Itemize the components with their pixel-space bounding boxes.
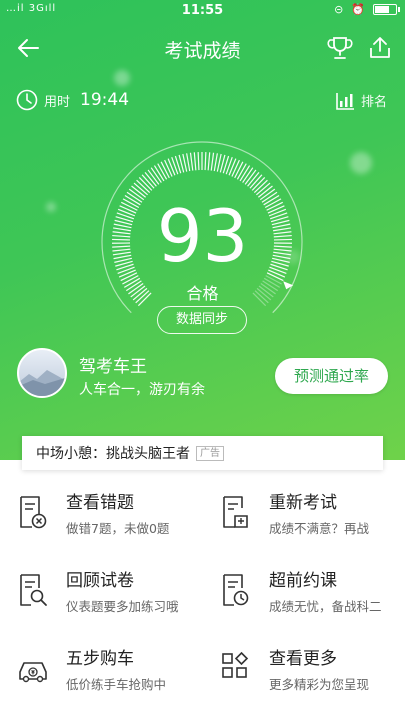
gauge-tick [189, 152, 194, 171]
five-step-buy-car[interactable]: 五步购车 低价练手车抢购中 [0, 636, 202, 702]
gauge-tick [164, 159, 173, 177]
retake-exam-icon [223, 496, 248, 528]
gauge-tick [167, 158, 176, 176]
action-subtitle: 成绩不满意？再战 [269, 521, 370, 536]
pass-status: 合格 [186, 284, 219, 303]
bokeh-light [350, 152, 372, 174]
gauge-tick [204, 152, 207, 171]
buy-car-icon [19, 662, 47, 683]
gauge-tick [193, 152, 197, 171]
action-subtitle: 做错7题，未做0题 [66, 521, 170, 536]
wrong-answers-icon [20, 496, 47, 529]
gauge-tick [228, 158, 237, 176]
share-icon[interactable] [366, 34, 394, 62]
gauge-tick [213, 153, 218, 172]
ad-tag: 广告 [196, 445, 224, 461]
ad-text: 中场小憩：挑战头脑王者 [36, 446, 190, 462]
action-subtitle: 低价练手车抢购中 [66, 677, 167, 692]
gauge-tick [234, 161, 244, 179]
gauge-tick [160, 161, 170, 179]
clock-icon [16, 89, 38, 111]
gauge-tick [182, 153, 188, 172]
action-title: 查看错题 [66, 493, 134, 513]
user-motto: 人车合一，游刃有余 [79, 382, 205, 398]
battery-icon [373, 4, 400, 15]
duration-label: 用时 [44, 94, 71, 110]
action-title: 五步购车 [66, 649, 134, 669]
exam-duration: 用时 19:44 [16, 89, 129, 111]
view-more[interactable]: 查看更多 更多精彩为您呈现 [203, 636, 405, 702]
lock-icon: ⊝ [334, 3, 344, 16]
book-lesson-early[interactable]: 超前约课 成绩无忧，备战科二 [203, 558, 405, 624]
retake-exam[interactable]: 重新考试 成绩不满意？再战 [203, 480, 405, 546]
score-value: 93 [156, 194, 249, 278]
view-wrong-answers[interactable]: 查看错题 做错7题，未做0题 [0, 480, 202, 546]
action-title: 重新考试 [269, 493, 337, 513]
alarm-icon: ⏰ [351, 3, 365, 16]
avatar[interactable] [17, 348, 67, 398]
rank-label: 排名 [360, 95, 387, 110]
action-title: 回顾试卷 [66, 571, 134, 591]
review-paper-icon [20, 574, 47, 606]
gauge-tick [216, 153, 222, 172]
trophy-icon[interactable] [326, 34, 354, 62]
ad-banner[interactable]: 中场小憩：挑战头脑王者 广告 [22, 436, 383, 470]
result-hero: …il 3Gıll 11:55 ⊝ ⏰ 考试成绩 用时 19:44 排名 93 … [0, 0, 405, 460]
gauge-tick [207, 152, 211, 171]
nav-bar: 考试成绩 [0, 28, 405, 68]
bar-chart-icon [336, 92, 354, 110]
action-subtitle: 仪表题要多加练习哦 [66, 599, 179, 614]
review-paper[interactable]: 回顾试卷 仪表题要多加练习哦 [0, 558, 202, 624]
gauge-tick [231, 159, 240, 177]
action-subtitle: 成绩无忧，备战科二 [269, 599, 382, 614]
gauge-tick [210, 152, 215, 171]
book-lesson-icon [223, 574, 249, 606]
duration-value: 19:44 [80, 90, 130, 110]
action-subtitle: 更多精彩为您呈现 [269, 677, 370, 692]
predict-pass-rate-button[interactable]: 预测通过率 [275, 358, 388, 394]
action-title: 超前约课 [269, 571, 337, 591]
gauge-tick [186, 153, 191, 172]
action-title: 查看更多 [269, 649, 337, 669]
gauge-tick [197, 152, 200, 171]
more-apps-icon [222, 651, 249, 678]
status-bar: …il 3Gıll 11:55 ⊝ ⏰ [0, 0, 405, 22]
user-name: 驾考车王 [79, 357, 147, 377]
data-sync-button[interactable]: 数据同步 [157, 306, 247, 334]
bokeh-light [114, 70, 130, 86]
rank-button[interactable]: 排名 [335, 91, 387, 110]
